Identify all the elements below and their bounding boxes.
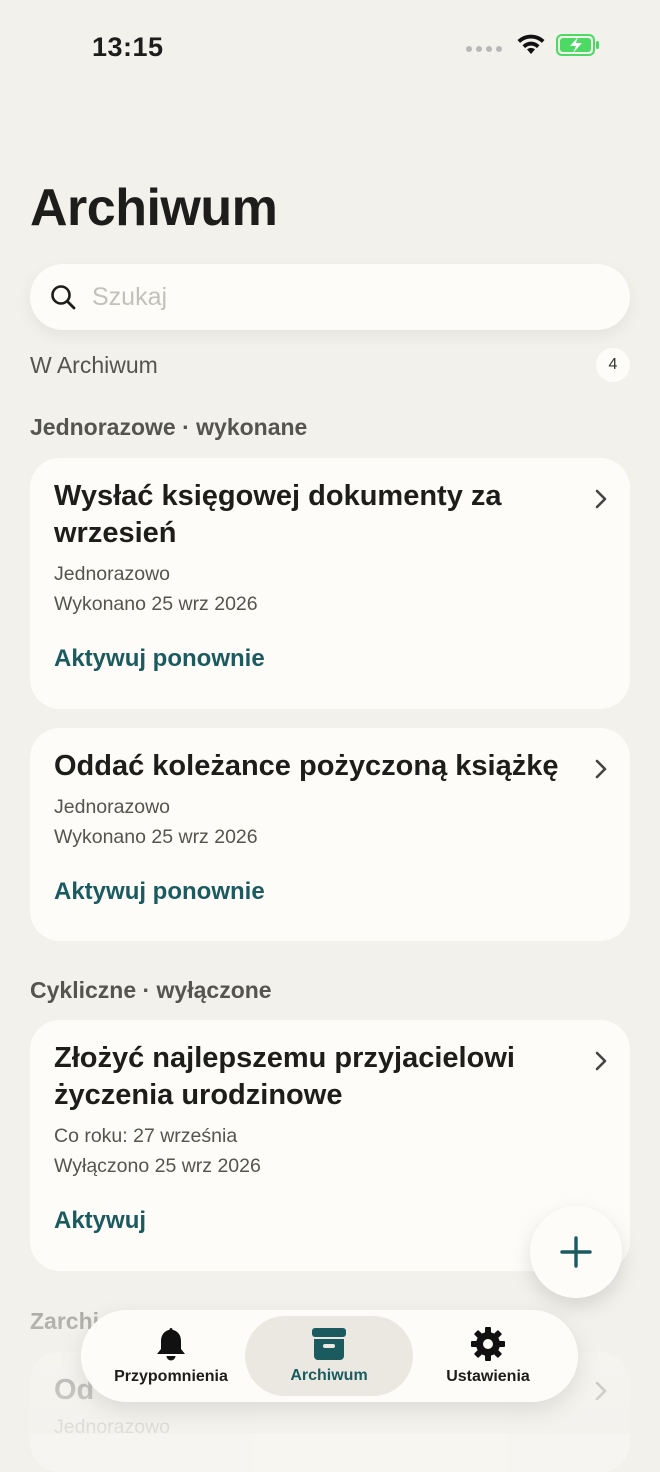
status-icons (466, 34, 600, 56)
group-header-recurring-disabled: Cykliczne · wyłączone (30, 977, 272, 1003)
reactivate-button[interactable]: Aktywuj ponownie (54, 878, 265, 906)
count-badge: 4 (596, 348, 630, 382)
card-title: Oddać koleżance pożyczoną książkę (54, 750, 559, 782)
chevron-right-icon[interactable] (594, 488, 608, 510)
section-label: W Archiwum (30, 351, 158, 378)
group-header-one-time-done: Jednorazowe · wykonane (30, 414, 308, 440)
bell-icon (157, 1328, 185, 1361)
status-time: 13:15 (92, 32, 164, 62)
search-bar[interactable] (30, 264, 630, 330)
reactivate-button[interactable]: Aktywuj ponownie (54, 645, 265, 673)
search-icon (51, 285, 76, 310)
gear-icon (471, 1327, 505, 1361)
archive-section-row: W Archiwum 4 (30, 348, 630, 382)
tab-settings[interactable]: Ustawienia (404, 1316, 572, 1396)
card-status: Wykonano 25 wrz 2026 (54, 825, 258, 848)
card-meta: Jednorazowo Wykonano 25 wrz 2026 (54, 560, 606, 619)
card-meta: Co roku: 27 września Wyłączono 25 wrz 20… (54, 1122, 606, 1181)
page-title: Archiwum (30, 179, 278, 237)
card-type: Jednorazowo (54, 796, 170, 818)
tab-reminders[interactable]: Przypomnienia (87, 1316, 255, 1396)
search-input[interactable] (90, 281, 574, 313)
card-status: Wykonano 25 wrz 2026 (54, 592, 258, 615)
tab-archive[interactable]: Archiwum (245, 1316, 413, 1396)
chevron-right-icon[interactable] (594, 758, 608, 780)
card-type: Co roku: 27 września (54, 1125, 238, 1147)
tab-label: Przypomnienia (114, 1368, 228, 1385)
signal-dots-icon (466, 46, 502, 52)
archived-reminder-card[interactable]: Oddać koleżance pożyczoną książkę Jednor… (30, 728, 630, 941)
add-reminder-button[interactable] (530, 1206, 622, 1298)
card-type: Jednorazowo (54, 563, 170, 585)
card-type: Jednorazowo (54, 1416, 170, 1438)
tab-label: Ustawienia (446, 1368, 530, 1385)
card-status: Wyłączono 25 wrz 2026 (54, 1154, 261, 1177)
tab-bar: Przypomnienia Archiwum Ustawienia (81, 1310, 578, 1402)
tab-label: Archiwum (290, 1367, 368, 1384)
card-title: Wysłać księgowej dokumenty za wrzesień (54, 480, 502, 549)
chevron-right-icon[interactable] (594, 1050, 608, 1072)
wifi-icon (517, 34, 545, 54)
chevron-right-icon (595, 1381, 607, 1401)
card-meta: Jednorazowo Wykonano 25 wrz 2026 (54, 793, 606, 852)
battery-charging-icon (556, 34, 599, 56)
archive-box-icon (312, 1328, 346, 1360)
archived-reminder-card[interactable]: Wysłać księgowej dokumenty za wrzesień J… (30, 458, 630, 709)
card-title: Złożyć najlepszemu przyjacielowi życzeni… (54, 1042, 515, 1111)
plus-icon (560, 1236, 592, 1268)
activate-button[interactable]: Aktywuj (54, 1207, 146, 1235)
